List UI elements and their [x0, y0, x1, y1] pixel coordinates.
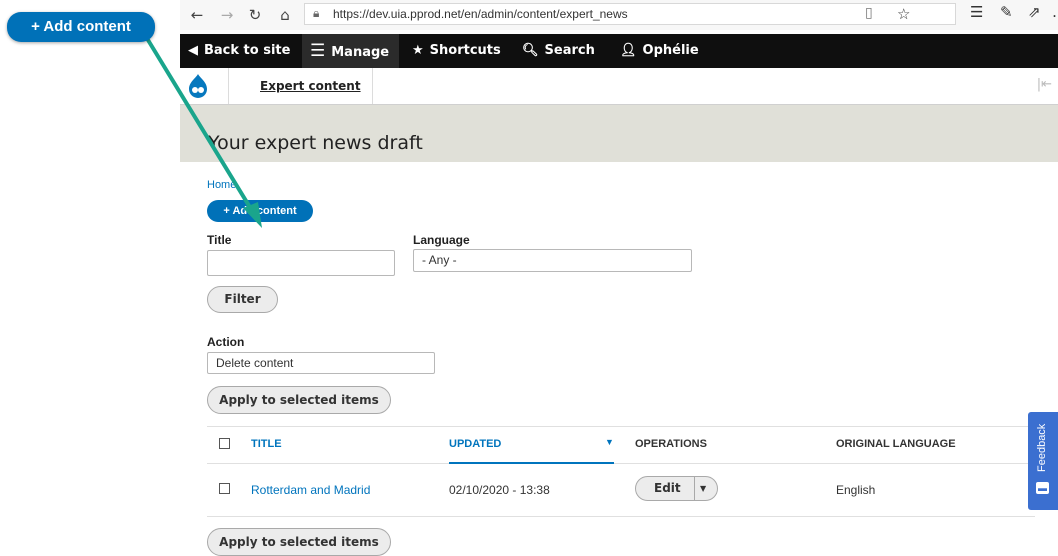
select-all-checkbox[interactable]	[219, 438, 230, 449]
circle-arrow-left-icon: ◀	[188, 43, 198, 58]
search-label: Search	[544, 43, 595, 58]
title-filter-input[interactable]	[207, 250, 395, 276]
row-title-link[interactable]: Rotterdam and Madrid	[251, 483, 370, 497]
url-text[interactable]: https://dev.uia.pprod.net/en/admin/conte…	[333, 7, 628, 21]
manage-tab[interactable]: ☰ Manage	[302, 34, 400, 68]
search-tab[interactable]: 🔍︎ Search	[522, 34, 595, 68]
address-bar[interactable]: 🔒︎ https://dev.uia.pprod.net/en/admin/co…	[304, 3, 956, 25]
favorites-list-icon[interactable]: ☰	[970, 3, 983, 21]
collapse-tray-icon[interactable]: |⇤	[1037, 77, 1052, 92]
tray-divider	[372, 68, 373, 104]
edit-button[interactable]: Edit	[654, 477, 681, 500]
row-language: English	[836, 483, 876, 497]
feedback-label: Feedback	[1036, 423, 1048, 472]
drupal-logo-icon[interactable]	[186, 73, 210, 99]
search-icon: 🔍︎	[522, 43, 539, 58]
row-updated: 02/10/2020 - 13:38	[449, 483, 550, 497]
admin-toolbar: ◀ Back to site ☰ Manage ★ Shortcuts 🔍︎ Searc…	[180, 34, 1058, 68]
lock-icon: 🔒︎	[313, 6, 320, 20]
action-label: Action	[207, 335, 245, 349]
expert-content-link[interactable]: Expert content	[260, 79, 361, 93]
back-to-site-label: Back to site	[204, 43, 291, 58]
add-content-callout: + Add content	[7, 12, 155, 42]
back-arrow-icon[interactable]: ←	[186, 4, 208, 26]
home-icon[interactable]: ⌂	[274, 4, 296, 26]
feedback-tab[interactable]: Feedback ▬	[1028, 412, 1058, 510]
page-header: Your expert news draft	[180, 105, 1058, 162]
dropbutton-divider	[694, 477, 695, 500]
more-icon[interactable]: …	[1052, 3, 1058, 21]
filter-button[interactable]: Filter	[207, 286, 278, 313]
favorite-star-icon[interactable]: ☆	[897, 5, 910, 23]
user-tab[interactable]: 👤︎ Ophélie	[620, 34, 699, 68]
star-icon: ★	[412, 43, 424, 58]
shortcuts-tab[interactable]: ★ Shortcuts	[412, 34, 501, 68]
sort-desc-icon[interactable]: ▼	[605, 437, 614, 447]
tray-divider	[228, 68, 229, 104]
browser-bar: ← → ↻ ⌂ 🔒︎ https://dev.uia.pprod.net/en/…	[180, 0, 1058, 30]
dropbutton-toggle-icon[interactable]: ▼	[700, 477, 706, 500]
share-icon[interactable]: ⇗	[1028, 3, 1041, 21]
refresh-icon[interactable]: ↻	[244, 4, 266, 26]
pen-icon[interactable]: ✎	[1000, 3, 1013, 21]
add-content-button[interactable]: + Add content	[207, 200, 313, 222]
apply-selected-button-top[interactable]: Apply to selected items	[207, 386, 391, 414]
user-label: Ophélie	[642, 43, 699, 58]
action-select-value: Delete content	[216, 356, 294, 370]
language-select[interactable]: - Any -	[413, 249, 692, 272]
manage-label: Manage	[331, 45, 390, 60]
edit-dropbutton: Edit ▼	[635, 476, 718, 501]
page-title: Your expert news draft	[208, 132, 423, 154]
forward-arrow-icon[interactable]: →	[216, 4, 238, 26]
reading-view-icon[interactable]: ▯	[865, 5, 873, 21]
title-column-header[interactable]: TITLE	[251, 438, 282, 450]
language-column-header: ORIGINAL LANGUAGE	[836, 438, 956, 450]
action-select[interactable]: Delete content	[207, 352, 435, 374]
back-to-site-link[interactable]: ◀ Back to site	[188, 34, 290, 68]
toolbar-tray: Expert content |⇤	[180, 68, 1058, 105]
table-header: TITLE UPDATED ▼ OPERATIONS ORIGINAL LANG…	[207, 426, 1035, 464]
feedback-chat-icon: ▬	[1036, 482, 1049, 494]
table-row: Rotterdam and Madrid 02/10/2020 - 13:38 …	[207, 464, 1035, 517]
hamburger-icon: ☰	[310, 41, 326, 61]
shortcuts-label: Shortcuts	[429, 43, 501, 58]
row-checkbox[interactable]	[219, 483, 230, 494]
updated-column-header[interactable]: UPDATED	[449, 438, 501, 450]
breadcrumb-home[interactable]: Home	[207, 179, 236, 191]
operations-column-header: OPERATIONS	[635, 438, 707, 450]
title-filter-label: Title	[207, 233, 232, 247]
user-icon: 👤︎	[620, 43, 637, 58]
language-select-value: - Any -	[422, 253, 457, 267]
language-filter-label: Language	[413, 233, 470, 247]
